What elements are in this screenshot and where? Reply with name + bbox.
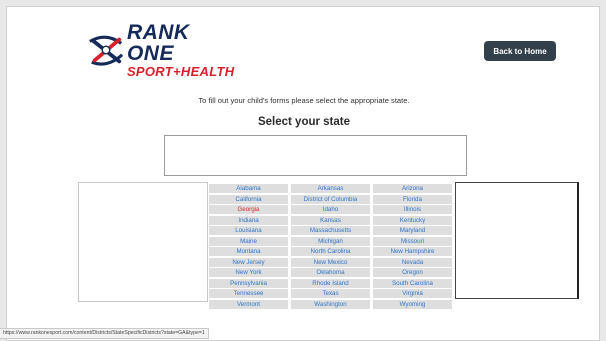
state-link-missouri[interactable]: Missouri (373, 236, 452, 246)
state-link-arizona[interactable]: Arizona (373, 184, 452, 193)
state-link-washington[interactable]: Washington (291, 299, 370, 309)
state-link-indiana[interactable]: Indiana (209, 215, 288, 225)
logo-line-sport-health: SPORT+HEALTH (126, 64, 235, 79)
right-side-box (455, 182, 579, 299)
state-link-kentucky[interactable]: Kentucky (373, 215, 452, 225)
state-link-north-carolina[interactable]: North Carolina (291, 247, 370, 256)
state-link-maryland[interactable]: Maryland (373, 226, 452, 235)
rank-one-logo[interactable]: RANK ONE SPORT+HEALTH (87, 22, 237, 78)
states-grid: Alabama Arkansas Arizona California District… (209, 184, 454, 309)
page: RANK ONE SPORT+HEALTH Back to Home To fi… (6, 6, 600, 341)
state-link-louisiana[interactable]: Louisiana (209, 226, 288, 235)
logo-line-rank-one: RANK ONE (126, 21, 190, 65)
state-link-pennsylvania[interactable]: Pennsylvania (209, 278, 288, 288)
state-link-idaho[interactable]: Idaho (291, 205, 370, 214)
rank-one-logo-icon (89, 35, 124, 66)
instructions-text: To fill out your child's forms please se… (198, 96, 410, 105)
state-link-rhode-island[interactable]: Rhode Island (291, 278, 370, 288)
state-link-massachusetts[interactable]: Massachusetts (291, 226, 370, 235)
state-link-illinois[interactable]: Illinois (373, 205, 452, 214)
status-bar-url: https://www.rankonesport.com/content/Dis… (0, 328, 209, 339)
state-link-georgia[interactable]: Georgia (209, 205, 288, 214)
state-link-california[interactable]: California (209, 194, 288, 204)
state-link-nevada[interactable]: Nevada (373, 257, 452, 267)
state-link-texas[interactable]: Texas (291, 289, 370, 298)
state-link-district-of-columbia[interactable]: District of Columbia (291, 194, 370, 204)
state-link-oregon[interactable]: Oregon (373, 268, 452, 277)
state-link-montana[interactable]: Montana (209, 247, 288, 256)
top-content-box (164, 135, 467, 176)
left-side-box (78, 182, 208, 302)
state-link-oklahoma[interactable]: Oklahoma (291, 268, 370, 277)
state-link-new-jersey[interactable]: New Jersey (209, 257, 288, 267)
state-link-new-hampshire[interactable]: New Hampshire (373, 247, 452, 256)
state-link-michigan[interactable]: Michigan (291, 236, 370, 246)
state-link-new-mexico[interactable]: New Mexico (291, 257, 370, 267)
state-link-florida[interactable]: Florida (373, 194, 452, 204)
state-link-kansas[interactable]: Kansas (291, 215, 370, 225)
state-link-vermont[interactable]: Vermont (209, 299, 288, 309)
state-link-virginia[interactable]: Virginia (373, 289, 452, 298)
state-link-south-carolina[interactable]: South Carolina (373, 278, 452, 288)
state-link-tennessee[interactable]: Tennessee (209, 289, 288, 298)
state-link-new-york[interactable]: New York (209, 268, 288, 277)
state-link-alabama[interactable]: Alabama (209, 184, 288, 193)
back-to-home-button[interactable]: Back to Home (484, 41, 556, 61)
state-link-wyoming[interactable]: Wyoming (373, 299, 452, 309)
state-link-maine[interactable]: Maine (209, 236, 288, 246)
select-state-heading: Select your state (257, 116, 351, 128)
state-link-arkansas[interactable]: Arkansas (291, 184, 370, 193)
logo-wordmark: RANK ONE SPORT+HEALTH (127, 22, 237, 78)
